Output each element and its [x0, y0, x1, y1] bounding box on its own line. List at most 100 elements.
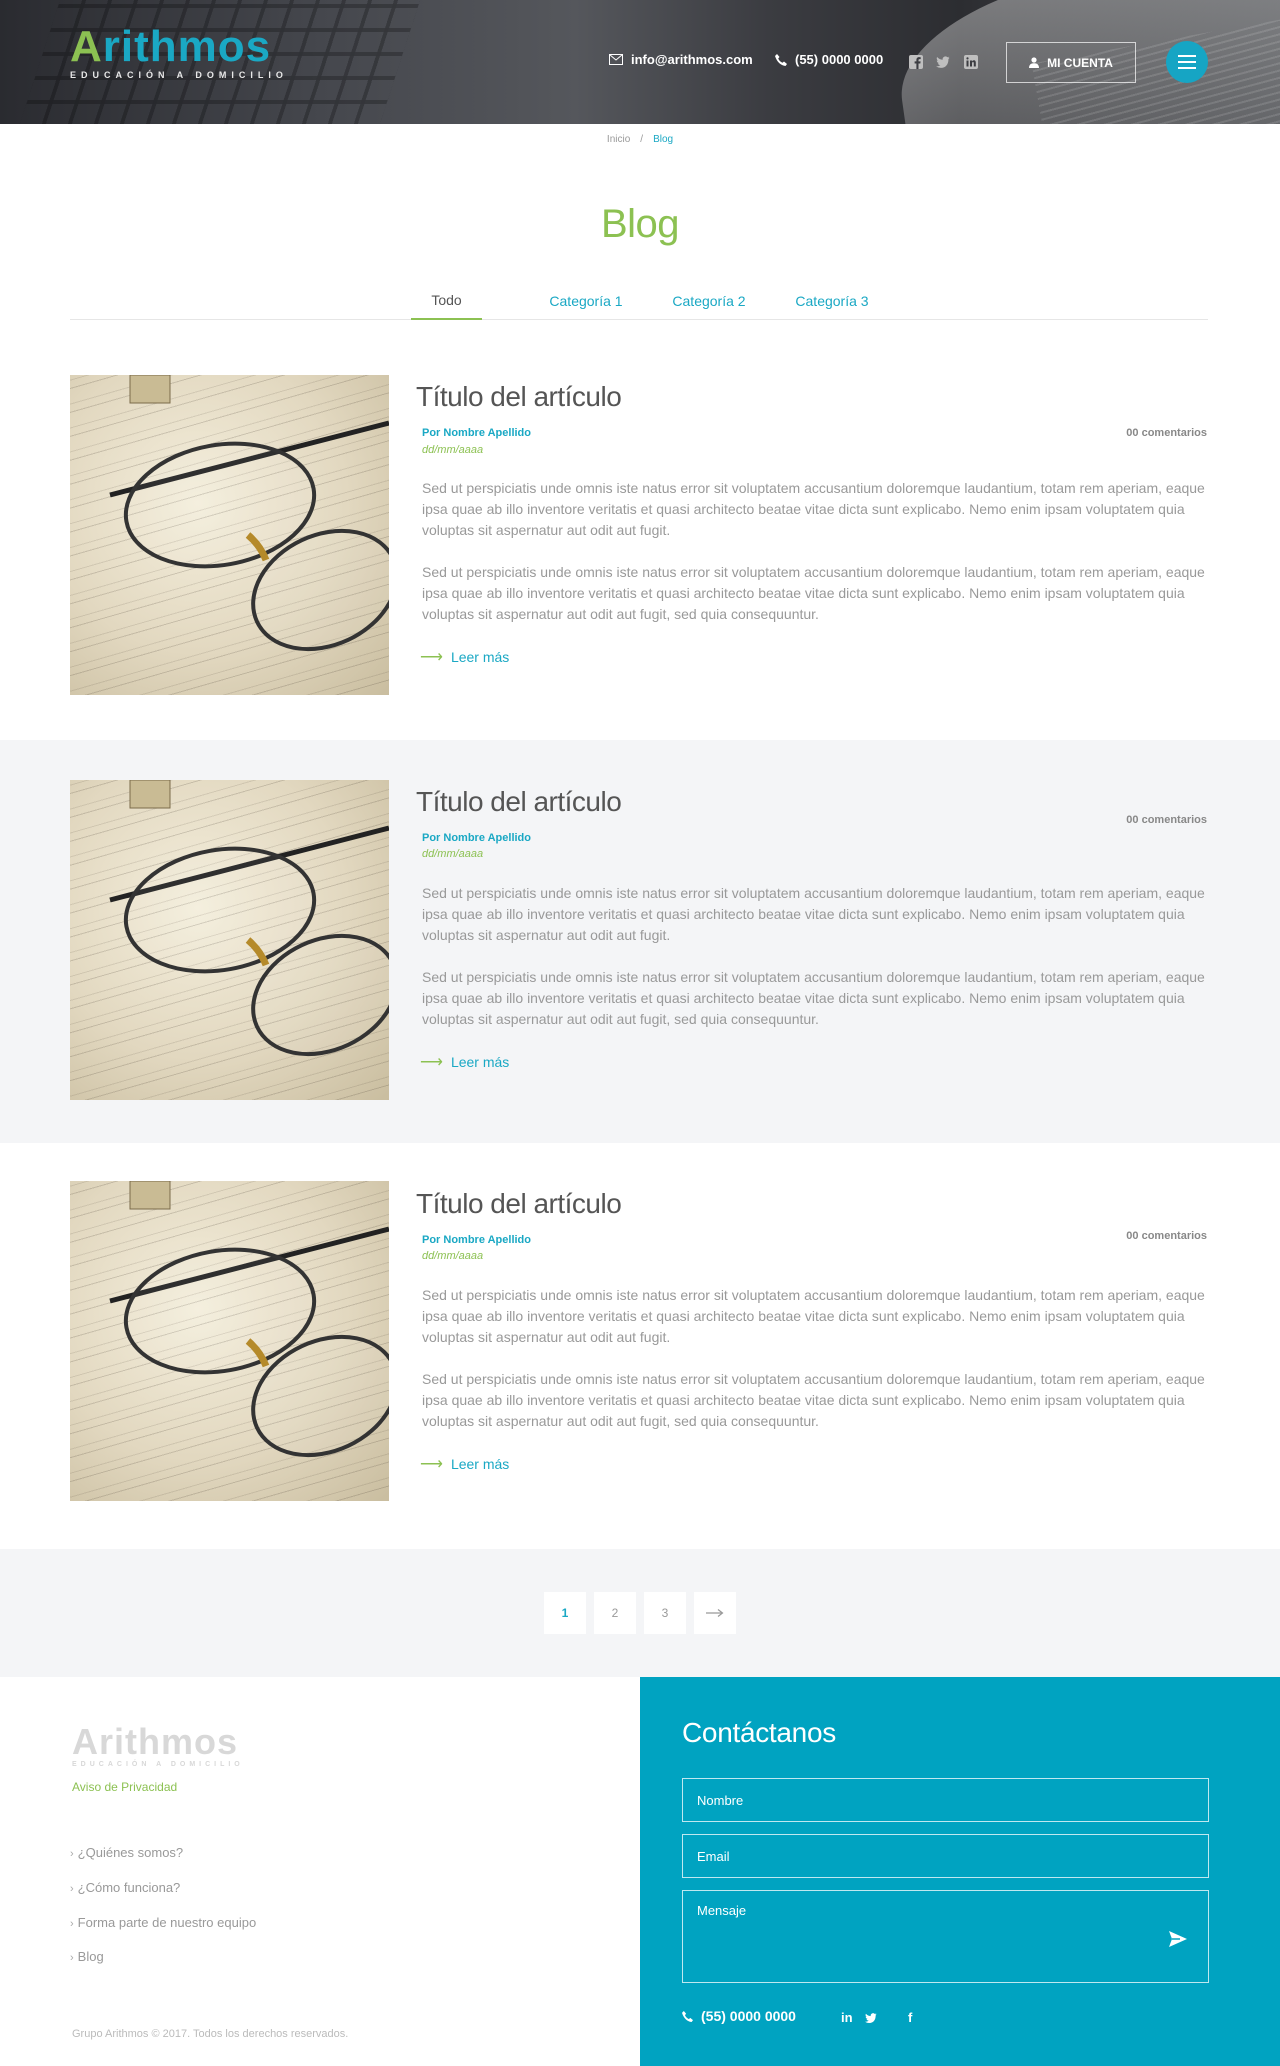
send-icon[interactable]: [1166, 1927, 1190, 1951]
facebook-icon[interactable]: f: [908, 2010, 912, 2025]
breadcrumb-current: Blog: [653, 134, 674, 145]
article-date: dd/mm/aaaa: [422, 848, 484, 860]
contact-phone[interactable]: (55) 0000 0000: [682, 2008, 796, 2024]
glasses-illustration: [109, 780, 389, 1057]
twitter-icon[interactable]: [864, 2012, 878, 2024]
contact-section: Contáctanos (55) 0000 0000 in f: [640, 1677, 1280, 2066]
facebook-icon[interactable]: [909, 55, 923, 69]
hamburger-menu-button[interactable]: [1166, 41, 1208, 83]
glasses-illustration: [109, 375, 389, 652]
site-header: Arithmos EDUCACIÓN A DOMICILIO info@arit…: [0, 0, 1280, 124]
contact-title: Contáctanos: [682, 1717, 836, 1748]
breadcrumb: Inicio / Blog: [0, 134, 1280, 145]
read-more-label: Leer más: [450, 649, 510, 665]
phone-icon: [682, 2010, 693, 2022]
tab-categoria-3[interactable]: Categoría 3: [767, 282, 897, 320]
chevron-right-icon: ›: [70, 1952, 74, 1964]
tab-categoria-1[interactable]: Categoría 1: [521, 282, 651, 320]
read-more-link[interactable]: ⟶ Leer más: [420, 1454, 509, 1474]
logo[interactable]: Arithmos EDUCACIÓN A DOMICILIO: [70, 22, 288, 81]
footer-logo-tagline: EDUCACIÓN A DOMICILIO: [72, 1761, 244, 1768]
footer-link-label: ¿Quiénes somos?: [77, 1845, 184, 1860]
article-comments[interactable]: 00 comentarios: [1126, 1230, 1207, 1242]
glasses-illustration: [109, 1181, 389, 1458]
next-page-button[interactable]: [694, 1592, 736, 1634]
article-card: Título del artículo Por Nombre Apellido …: [0, 1143, 1280, 1549]
my-account-label: MI CUENTA: [1047, 55, 1113, 70]
article-image[interactable]: [70, 1181, 389, 1501]
article-author[interactable]: Por Nombre Apellido: [422, 832, 531, 844]
chevron-right-icon: ›: [70, 1848, 74, 1860]
article-paragraph: Sed ut perspiciatis unde omnis iste natu…: [422, 969, 1205, 1027]
header-email[interactable]: info@arithmos.com: [609, 52, 753, 67]
logo-tagline: EDUCACIÓN A DOMICILIO: [70, 70, 288, 80]
footer-link-label: ¿Cómo funciona?: [77, 1880, 181, 1895]
page-button-3[interactable]: 3: [644, 1592, 686, 1634]
logo-wordmark: Arithmos: [70, 22, 272, 71]
menu-icon-bar: [1178, 67, 1196, 69]
page-button-1[interactable]: 1: [544, 1592, 586, 1634]
header-phone-text: (55) 0000 0000: [795, 52, 884, 67]
arrow-right-icon: ⟶: [420, 1054, 443, 1071]
article-paragraph: Sed ut perspiciatis unde omnis iste natu…: [422, 1371, 1205, 1429]
footer-link-label: Blog: [77, 1949, 104, 1964]
arrow-right-icon: ⟶: [420, 1456, 443, 1473]
linkedin-icon[interactable]: [964, 55, 978, 69]
article-title[interactable]: Título del artículo: [416, 1188, 622, 1220]
footer-left: Arithmos EDUCACIÓN A DOMICILIO Aviso de …: [0, 1677, 640, 2066]
article-author[interactable]: Por Nombre Apellido: [422, 1234, 531, 1246]
footer-link-como-funciona[interactable]: › ¿Cómo funciona?: [70, 1880, 180, 1895]
article-author[interactable]: Por Nombre Apellido: [422, 427, 531, 439]
twitter-icon[interactable]: [936, 55, 950, 69]
page-title: Blog: [600, 202, 680, 246]
footer-link-blog[interactable]: › Blog: [70, 1949, 104, 1964]
chevron-right-icon: ›: [70, 1918, 74, 1930]
article-title[interactable]: Título del artículo: [416, 381, 622, 413]
contact-phone-text: (55) 0000 0000: [701, 2008, 796, 2024]
footer-logo[interactable]: Arithmos EDUCACIÓN A DOMICILIO: [72, 1721, 244, 1769]
article-paragraph: Sed ut perspiciatis unde omnis iste natu…: [422, 564, 1205, 622]
footer-logo-wordmark: Arithmos: [72, 1721, 239, 1762]
article-paragraph: Sed ut perspiciatis unde omnis iste natu…: [422, 1287, 1205, 1345]
user-icon: [1029, 57, 1040, 68]
header-email-text: info@arithmos.com: [631, 52, 753, 67]
footer-link-quienes-somos[interactable]: › ¿Quiénes somos?: [70, 1845, 183, 1860]
tab-todo[interactable]: Todo: [411, 282, 482, 320]
article-image[interactable]: [70, 780, 389, 1100]
menu-icon-bar: [1178, 61, 1196, 63]
mail-icon: [609, 54, 623, 65]
phone-icon: [775, 53, 787, 66]
menu-icon-bar: [1178, 55, 1196, 57]
message-field[interactable]: [682, 1890, 1209, 1983]
article-card: Título del artículo Por Nombre Apellido …: [0, 740, 1280, 1143]
read-more-label: Leer más: [450, 1054, 510, 1070]
read-more-label: Leer más: [450, 1456, 510, 1472]
article-comments[interactable]: 00 comentarios: [1126, 814, 1207, 826]
article-date: dd/mm/aaaa: [422, 1250, 484, 1262]
linkedin-icon[interactable]: in: [841, 2010, 853, 2025]
email-field[interactable]: [682, 1834, 1209, 1878]
read-more-link[interactable]: ⟶ Leer más: [420, 647, 509, 667]
article-date: dd/mm/aaaa: [422, 444, 484, 456]
footer-link-equipo[interactable]: › Forma parte de nuestro equipo: [70, 1915, 256, 1930]
article-title[interactable]: Título del artículo: [416, 786, 622, 818]
page-button-2[interactable]: 2: [594, 1592, 636, 1634]
category-tabs: Todo Categoría 1 Categoría 2 Categoría 3: [70, 282, 1208, 320]
header-phone[interactable]: (55) 0000 0000: [775, 52, 883, 67]
article-comments[interactable]: 00 comentarios: [1126, 427, 1207, 439]
arrow-right-icon: ⟶: [420, 649, 443, 666]
pagination: 1 2 3: [0, 1549, 1280, 1677]
tab-categoria-2[interactable]: Categoría 2: [644, 282, 774, 320]
article-image[interactable]: [70, 375, 389, 695]
footer-link-label: Forma parte de nuestro equipo: [77, 1915, 257, 1930]
arrow-right-icon: [706, 1609, 724, 1617]
privacy-link[interactable]: Aviso de Privacidad: [72, 1780, 177, 1794]
breadcrumb-home[interactable]: Inicio: [607, 134, 630, 145]
article-paragraph: Sed ut perspiciatis unde omnis iste natu…: [422, 480, 1205, 538]
my-account-button[interactable]: MI CUENTA: [1006, 42, 1136, 83]
name-field[interactable]: [682, 1778, 1209, 1822]
breadcrumb-separator: /: [640, 134, 644, 145]
read-more-link[interactable]: ⟶ Leer más: [420, 1052, 509, 1072]
chevron-right-icon: ›: [70, 1883, 74, 1895]
copyright: Grupo Arithmos © 2017. Todos los derecho…: [72, 2028, 349, 2040]
